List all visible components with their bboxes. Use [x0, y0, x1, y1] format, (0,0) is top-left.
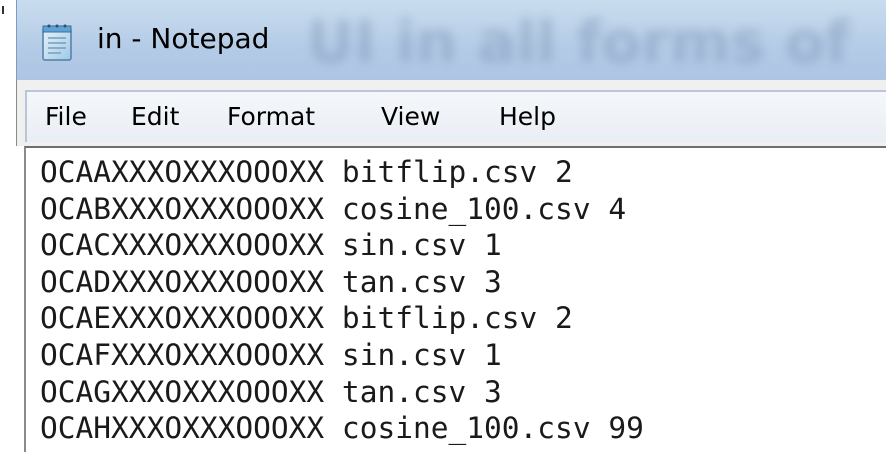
notepad-icon[interactable] [39, 22, 77, 62]
menu-file[interactable]: File [45, 102, 87, 131]
window-title: in - Notepad [97, 22, 270, 55]
editor-line: OCAAXXXOXXXOOOXX bitflip.csv 2 [40, 155, 573, 189]
menu-bar: File Edit Format View Help [16, 80, 886, 146]
menu-format[interactable]: Format [227, 102, 315, 131]
title-bar-background-blur: UI in all forms of [307, 8, 851, 76]
menu-view[interactable]: View [381, 102, 440, 131]
window-left-edge [0, 0, 16, 452]
window-corner-mark [2, 6, 4, 14]
menu-help[interactable]: Help [499, 102, 556, 131]
notepad-window: UI in all forms of in - Notepad File Edi… [0, 0, 886, 452]
text-editor-area[interactable]: OCAAXXXOXXXOOOXX bitflip.csv 2 OCABXXXOX… [24, 146, 886, 452]
menu-edit[interactable]: Edit [131, 102, 179, 131]
editor-lines: OCAAXXXOXXXOOOXX bitflip.csv 2 OCABXXXOX… [40, 154, 644, 447]
editor-line: OCAFXXXOXXXOOOXX sin.csv 1 [40, 337, 502, 372]
title-bar[interactable]: UI in all forms of in - Notepad [16, 0, 886, 80]
editor-line: OCABXXXOXXXOOOXX cosine_100.csv 4 [40, 191, 627, 226]
menu-bar-strip: File Edit Format View Help [25, 90, 886, 142]
editor-line: OCACXXXOXXXOOOXX sin.csv 1 [40, 228, 502, 263]
editor-line: OCAEXXXOXXXOOOXX bitflip.csv 2 [40, 301, 573, 336]
editor-line: OCAHXXXOXXXOOOXX cosine_100.csv 99 [40, 411, 644, 446]
editor-line: OCAGXXXOXXXOOOXX tan.csv 3 [40, 374, 502, 409]
editor-line: OCADXXXOXXXOOOXX tan.csv 3 [40, 264, 502, 299]
